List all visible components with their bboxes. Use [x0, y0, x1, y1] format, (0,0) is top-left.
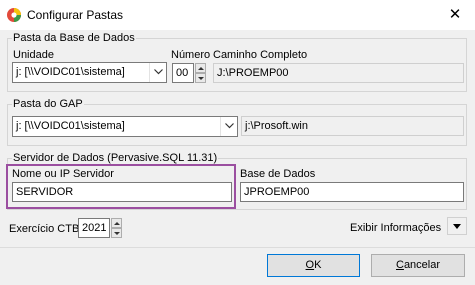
- close-icon: ✕: [448, 6, 462, 23]
- highlight-box: [6, 164, 236, 209]
- pasta-gap-legend: Pasta do GAP: [12, 98, 84, 110]
- unidade-label: Unidade: [13, 49, 54, 61]
- unidade-combo[interactable]: j: [\\VOIDC01\sistema]: [12, 62, 167, 83]
- arrow-down-icon: [198, 77, 204, 80]
- numero-field[interactable]: 00: [172, 63, 194, 83]
- numero-value: 00: [176, 67, 189, 79]
- pasta-base-legend: Pasta da Base de Dados: [12, 32, 136, 44]
- unidade-dropdown-button[interactable]: [149, 63, 166, 82]
- ok-label: OK: [305, 259, 322, 271]
- exercicio-down-button[interactable]: [111, 228, 122, 238]
- arrow-down-icon: [114, 232, 120, 235]
- base-dados-label: Base de Dados: [240, 168, 316, 180]
- gap-dropdown-button[interactable]: [220, 117, 237, 136]
- gap-unidade-combo[interactable]: j: [\\VOIDC01\sistema]: [12, 116, 238, 137]
- gap-path-field: j:\Prosoft.win: [241, 116, 464, 136]
- base-dados-value: JPROEMP00: [244, 186, 310, 198]
- arrow-up-icon: [114, 222, 120, 225]
- caminho-value: J:\PROEMP00: [217, 67, 289, 79]
- servidor-legend: Servidor de Dados (Pervasive.SQL 11.31): [12, 152, 219, 164]
- app-icon: [7, 8, 21, 22]
- close-button[interactable]: ✕: [435, 0, 475, 30]
- window-title: Configurar Pastas: [27, 8, 124, 22]
- numero-stepper[interactable]: [195, 63, 206, 83]
- cancel-label: Cancelar: [395, 259, 441, 271]
- gap-path-value: j:\Prosoft.win: [245, 120, 308, 132]
- ok-button[interactable]: OK: [267, 254, 360, 277]
- bottom-separator: [0, 247, 475, 248]
- numero-down-button[interactable]: [195, 73, 206, 83]
- numero-label: Número: [171, 49, 211, 61]
- unidade-value: j: [\\VOIDC01\sistema]: [16, 66, 125, 78]
- exibir-informacoes-button[interactable]: [447, 217, 467, 235]
- chevron-down-icon: [225, 123, 234, 129]
- exercicio-stepper[interactable]: [111, 218, 122, 238]
- chevron-down-icon: [154, 69, 163, 75]
- title-bar: Configurar Pastas ✕: [0, 0, 475, 30]
- base-dados-field[interactable]: JPROEMP00: [240, 182, 464, 202]
- caminho-field: J:\PROEMP00: [213, 63, 464, 83]
- gap-unidade-value: j: [\\VOIDC01\sistema]: [16, 120, 125, 132]
- numero-up-button[interactable]: [195, 63, 206, 73]
- exercicio-label: Exercício CTB: [9, 223, 80, 235]
- triangle-down-icon: [453, 224, 461, 229]
- exercicio-up-button[interactable]: [111, 218, 122, 228]
- exercicio-field[interactable]: 2021: [78, 218, 110, 238]
- exibir-informacoes-label[interactable]: Exibir Informações: [350, 222, 441, 234]
- cancel-button[interactable]: Cancelar: [371, 254, 465, 277]
- exercicio-value: 2021: [82, 222, 107, 234]
- arrow-up-icon: [198, 67, 204, 70]
- caminho-label: Caminho Completo: [213, 49, 308, 61]
